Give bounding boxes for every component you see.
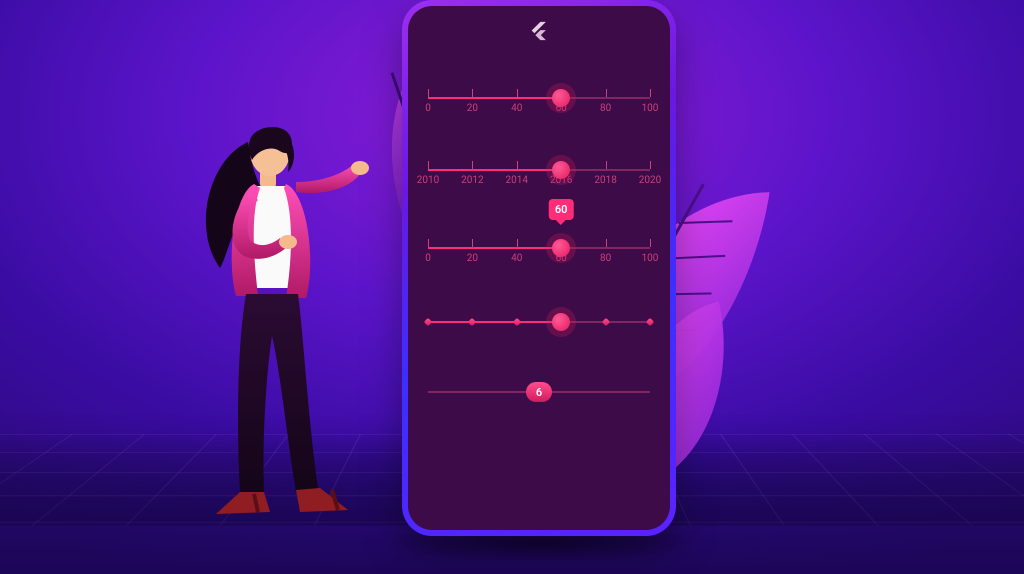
slider-thumb[interactable] xyxy=(552,313,570,331)
slider-thumb[interactable] xyxy=(552,239,570,257)
slider-scale-0-100[interactable]: 020406080100 xyxy=(428,76,650,120)
phone-frame: 020406080100 201020122014201620182020 02… xyxy=(402,0,676,536)
slider-thumb[interactable] xyxy=(552,161,570,179)
phone-screen: 020406080100 201020122014201620182020 02… xyxy=(408,6,670,530)
woman-illustration xyxy=(200,120,400,540)
slider-diamond-ticks[interactable] xyxy=(428,308,650,336)
slider-pill-label[interactable]: 6 xyxy=(428,378,650,406)
slider-pill[interactable]: 6 xyxy=(526,382,552,402)
slider-thumb[interactable] xyxy=(552,89,570,107)
slider-years[interactable]: 201020122014201620182020 xyxy=(428,148,650,192)
slider-with-tooltip[interactable]: 020406080100 60 xyxy=(428,226,650,270)
slider-tooltip: 60 xyxy=(549,199,574,220)
flutter-icon xyxy=(528,20,550,46)
